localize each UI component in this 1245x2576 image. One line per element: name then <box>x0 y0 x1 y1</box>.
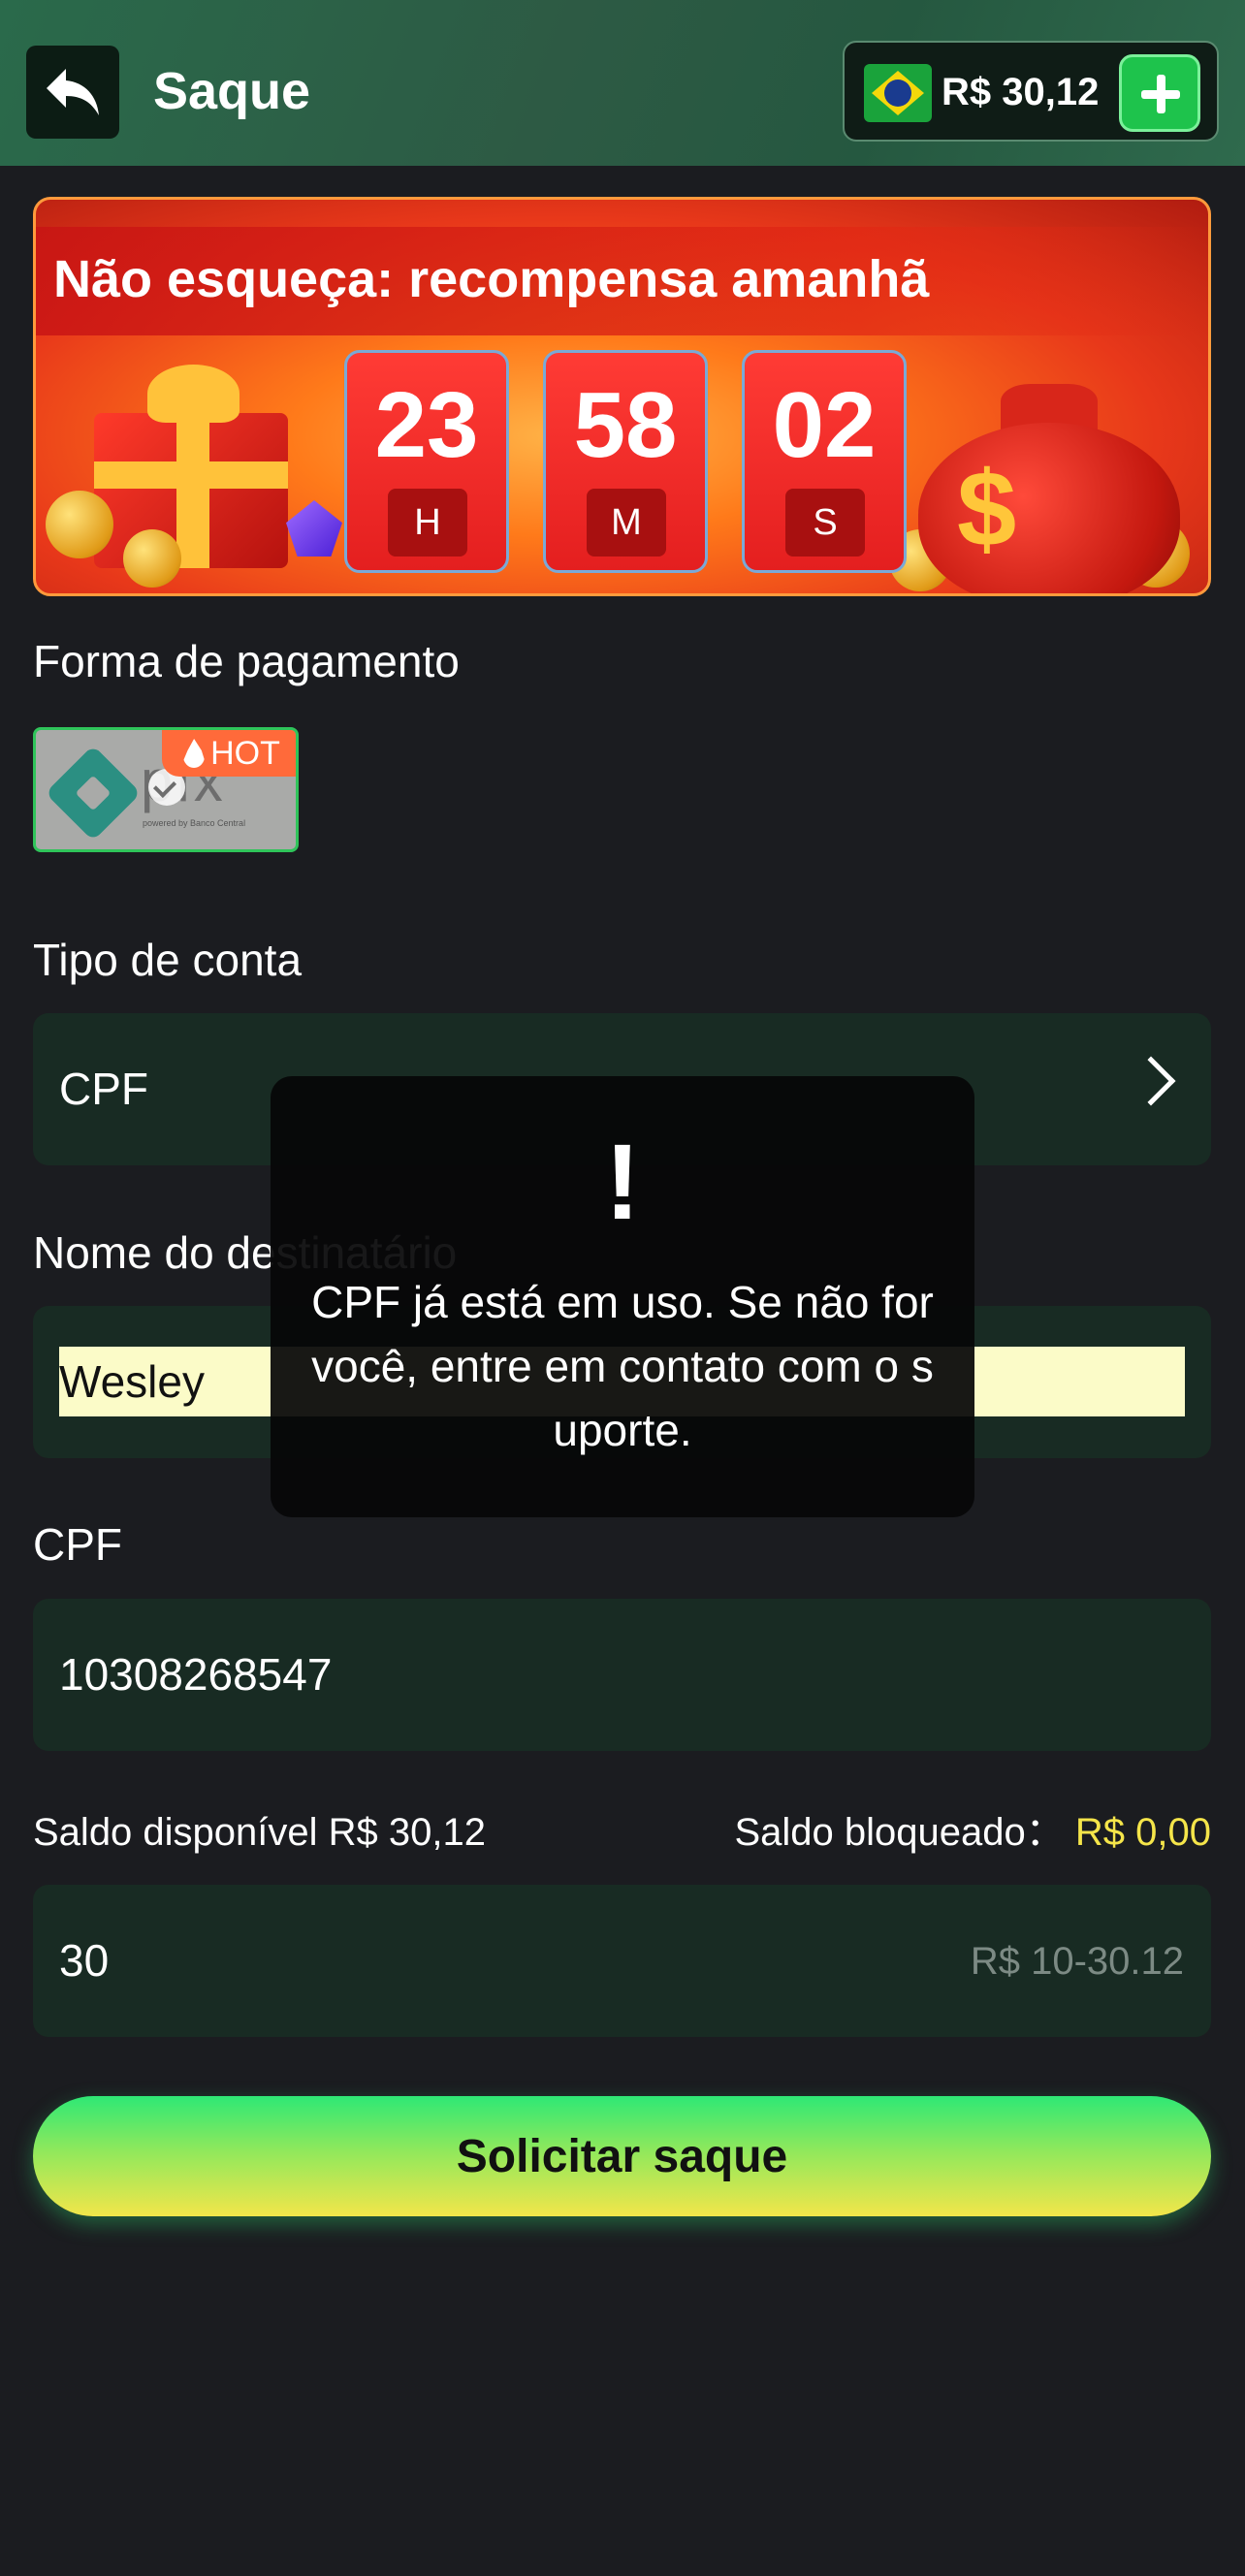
balances-row: Saldo disponível R$ 30,12 Saldo bloquead… <box>33 1803 1211 1861</box>
pix-subtitle: powered by Banco Central <box>143 818 246 828</box>
pix-payment-option[interactable]: pix powered by Banco Central HOT <box>33 727 299 852</box>
available-balance-label: Saldo disponível <box>33 1811 318 1854</box>
back-arrow-icon <box>47 69 99 115</box>
toast-message: CPF já está em uso. Se não for você, ent… <box>311 1277 934 1455</box>
timer-hours-unit: H <box>388 489 467 557</box>
pix-logo-icon <box>45 745 142 842</box>
recipient-name-value: Wesley <box>59 1356 205 1407</box>
timer-seconds-value: 02 <box>772 373 877 477</box>
withdraw-amount-input[interactable]: 30 R$ 10-30.12 <box>33 1885 1211 2037</box>
coin-icon <box>123 529 181 588</box>
hot-badge-label: HOT <box>210 735 280 772</box>
timer-hours: 23 H <box>344 350 509 573</box>
timer-hours-value: 23 <box>374 373 479 477</box>
cpf-input[interactable]: 10308268547 <box>33 1599 1211 1751</box>
timer-minutes-value: 58 <box>573 373 678 477</box>
withdraw-amount-value: 30 <box>59 1935 110 1986</box>
balance-amount: R$ 30,12 <box>942 71 1100 113</box>
back-button[interactable] <box>26 46 119 139</box>
reward-banner[interactable]: $ Não esqueça: recompensa amanhã 23 H 58… <box>33 197 1211 596</box>
cpf-label: CPF <box>33 1519 122 1570</box>
blocked-balance-label: Saldo bloqueado： <box>734 1811 1065 1854</box>
top-bar: Saque R$ 30,12 <box>0 0 1245 166</box>
blocked-balance-value: R$ 0,00 <box>1074 1811 1211 1854</box>
timer-minutes: 58 M <box>543 350 708 573</box>
available-balance: Saldo disponível R$ 30,12 <box>33 1803 486 1861</box>
request-withdrawal-button[interactable]: Solicitar saque <box>33 2096 1211 2216</box>
available-balance-value: R$ 30,12 <box>328 1811 487 1854</box>
hot-badge: HOT <box>162 730 296 777</box>
payment-method-label: Forma de pagamento <box>33 636 460 686</box>
brazil-flag-icon <box>864 64 932 122</box>
flame-icon <box>183 739 206 768</box>
timer-minutes-unit: M <box>587 489 666 557</box>
error-toast: ! CPF já está em uso. Se não for você, e… <box>271 1076 974 1517</box>
blocked-balance: Saldo bloqueado： R$ 0,00 <box>734 1803 1211 1861</box>
balance-widget[interactable]: R$ 30,12 <box>843 41 1219 142</box>
account-type-label: Tipo de conta <box>33 935 303 985</box>
cpf-value: 10308268547 <box>59 1649 333 1700</box>
money-bag-icon: $ <box>909 384 1199 593</box>
page-title: Saque <box>153 62 311 120</box>
banner-title: Não esqueça: recompensa amanhã <box>53 250 930 308</box>
chevron-right-icon <box>1126 1056 1176 1106</box>
gift-box-icon <box>75 355 317 578</box>
account-type-value: CPF <box>59 1064 148 1114</box>
deposit-plus-button[interactable] <box>1119 54 1200 132</box>
timer-seconds-unit: S <box>785 489 865 557</box>
coin-icon <box>46 491 113 558</box>
amount-range-hint: R$ 10-30.12 <box>970 1940 1184 1983</box>
exclamation-icon: ! <box>604 1123 641 1242</box>
timer-seconds: 02 S <box>742 350 907 573</box>
